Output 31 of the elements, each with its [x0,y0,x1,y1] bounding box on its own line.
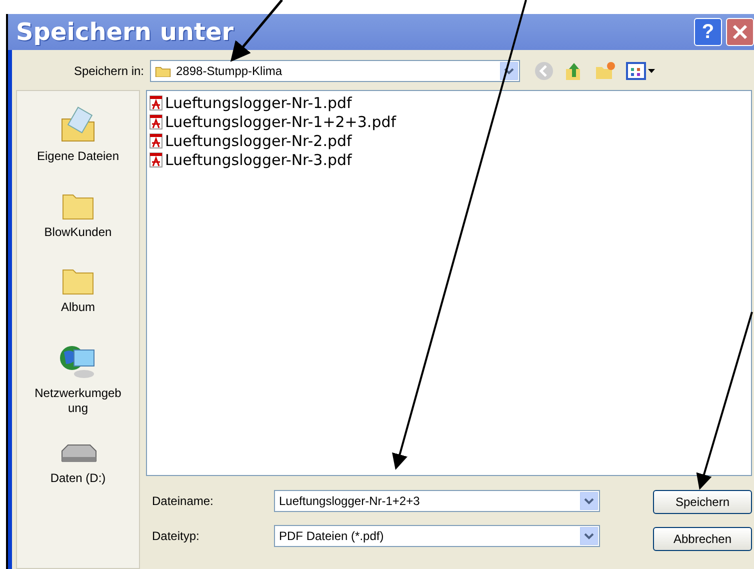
pdf-file-icon [149,132,164,148]
window-title: Speichern unter [16,18,234,46]
view-menu-icon[interactable] [626,61,656,81]
file-name[interactable]: Lueftungslogger-Nr-3.pdf [165,150,352,168]
folder-icon [155,64,171,78]
chevron-down-icon [584,532,594,540]
filename-label: Dateiname: [151,494,214,508]
place-label[interactable]: Album [23,300,133,316]
save-button[interactable]: Speichern [653,490,752,514]
file-name[interactable]: Lueftungslogger-Nr-2.pdf [165,132,352,150]
place-label[interactable]: Daten (D:) [23,470,133,487]
filename-field[interactable]: Lueftungslogger-Nr-1+2+3 [274,490,600,512]
close-button[interactable] [726,18,754,46]
location-label: Speichern in: [72,64,145,78]
chevron-down-icon [584,498,594,504]
pdf-file-icon [149,152,164,168]
chevron-down-icon [504,68,514,74]
pdf-file-icon [149,94,164,110]
place-label[interactable]: BlowKunden [23,224,133,240]
filetype-dropdown[interactable]: PDF Dateien (*.pdf) [274,525,600,547]
help-button[interactable]: ? [694,18,722,46]
location-dropdown[interactable]: 2898-Stumpp-Klima [150,60,520,82]
file-name[interactable]: Lueftungslogger-Nr-1+2+3.pdf [165,112,396,130]
pdf-file-icon [149,114,164,130]
close-icon [731,23,749,41]
filetype-label: Dateityp: [151,529,200,543]
new-folder-icon[interactable] [594,61,616,81]
file-name[interactable]: Lueftungslogger-Nr-1.pdf [165,94,352,112]
cancel-button[interactable]: Abbrechen [653,527,752,551]
place-label[interactable]: Netzwerkumgeb ung [23,386,133,417]
place-label[interactable]: Eigene Dateien [23,149,133,165]
